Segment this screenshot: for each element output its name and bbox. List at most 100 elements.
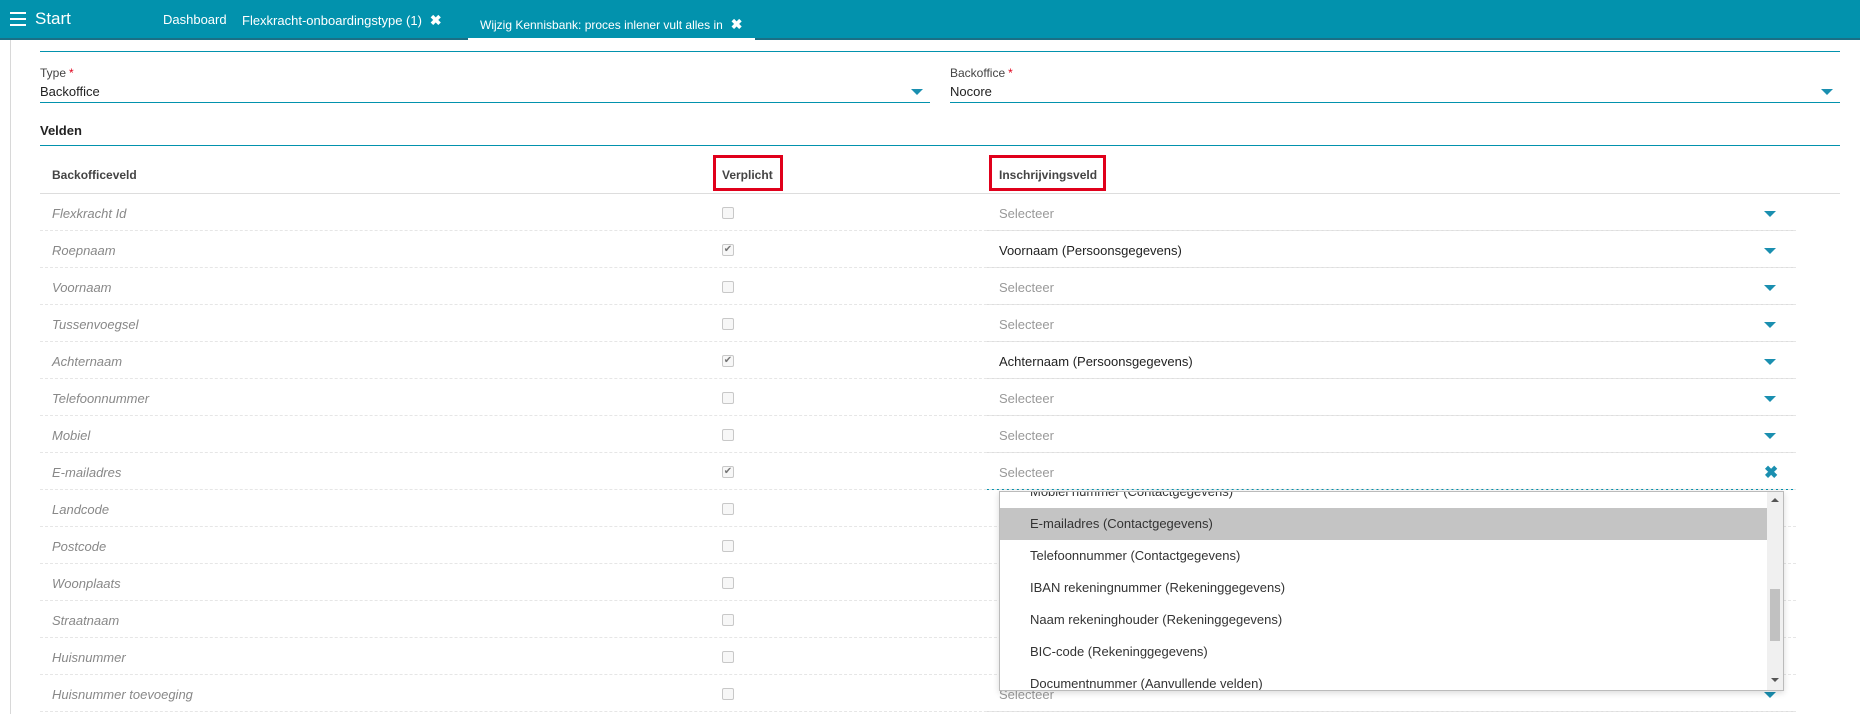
verplicht-checkbox[interactable]: ✔ xyxy=(722,466,734,478)
row-divider xyxy=(40,489,1796,490)
backofficeveld-label: Mobiel xyxy=(52,428,91,443)
inschrijvingsveld-select[interactable]: Voornaam (Persoonsgegevens) xyxy=(999,243,1182,258)
caret-down-icon[interactable] xyxy=(1764,359,1776,365)
dropdown-option[interactable]: E-mailadres (Contactgegevens) xyxy=(1000,508,1767,540)
backoffice-select-underline xyxy=(950,102,1840,103)
field-divider xyxy=(40,51,1840,52)
backofficeveld-label: Woonplaats xyxy=(52,576,121,591)
scroll-up-icon[interactable] xyxy=(1771,498,1779,502)
tab-dashboard[interactable]: Dashboard xyxy=(163,0,227,40)
row-divider xyxy=(40,378,1796,379)
inschrijvingsveld-select[interactable]: Selecteer xyxy=(999,391,1054,406)
tab-close-icon[interactable]: ✖ xyxy=(731,16,743,32)
caret-down-icon[interactable] xyxy=(911,89,923,95)
caret-down-icon[interactable] xyxy=(1764,322,1776,328)
dropdown-option[interactable]: Telefoonnummer (Contactgegevens) xyxy=(1000,540,1767,572)
clear-icon[interactable]: ✖ xyxy=(1764,463,1778,483)
inschrijvingsveld-select[interactable]: Achternaam (Persoonsgegevens) xyxy=(999,354,1193,369)
verplicht-checkbox[interactable]: ✔ xyxy=(722,244,734,256)
header-divider xyxy=(40,193,1840,194)
backofficeveld-label: Voornaam xyxy=(52,280,112,295)
row-divider xyxy=(40,230,1796,231)
backofficeveld-label: Huisnummer xyxy=(52,650,126,665)
row-divider xyxy=(40,341,1796,342)
caret-down-icon[interactable] xyxy=(1764,248,1776,254)
section-divider xyxy=(40,145,1840,146)
verplicht-checkbox[interactable]: ✔ xyxy=(722,355,734,367)
start-link[interactable]: Start xyxy=(35,9,71,29)
row-divider xyxy=(40,415,1796,416)
caret-down-icon[interactable] xyxy=(1764,285,1776,291)
verplicht-checkbox[interactable] xyxy=(722,651,734,663)
scrollbar-thumb[interactable] xyxy=(1770,589,1780,641)
row-divider xyxy=(40,711,1796,712)
tab-dashboard-label: Dashboard xyxy=(163,12,227,27)
backofficeveld-label: E-mailadres xyxy=(52,465,122,480)
backofficeveld-label: Straatnaam xyxy=(52,613,120,628)
verplicht-checkbox[interactable] xyxy=(722,688,734,700)
caret-down-icon[interactable] xyxy=(1764,692,1776,698)
dropdown-option[interactable]: BIC-code (Rekeninggegevens) xyxy=(1000,636,1767,668)
backofficeveld-label: Tussenvoegsel xyxy=(52,317,139,332)
column-header-backofficeveld: Backofficeveld xyxy=(52,168,137,182)
verplicht-checkbox[interactable] xyxy=(722,429,734,441)
backofficeveld-label: Roepnaam xyxy=(52,243,116,258)
verplicht-checkbox[interactable] xyxy=(722,503,734,515)
verplicht-checkbox[interactable] xyxy=(722,577,734,589)
tab-close-icon[interactable]: ✖ xyxy=(430,12,442,28)
row-divider xyxy=(40,452,1796,453)
dropdown-option[interactable]: Naam rekeninghouder (Rekeninggegevens) xyxy=(1000,604,1767,636)
left-border xyxy=(10,40,11,714)
type-select-underline xyxy=(40,102,930,103)
backofficeveld-label: Telefoonnummer xyxy=(52,391,150,406)
tab-label: Flexkracht-onboardingstype (1) xyxy=(242,13,422,28)
checkmark-icon: ✔ xyxy=(723,466,733,477)
row-divider xyxy=(40,267,1796,268)
verplicht-checkbox[interactable] xyxy=(722,392,734,404)
dropdown-scrollbar[interactable] xyxy=(1767,492,1783,690)
caret-down-icon[interactable] xyxy=(1764,396,1776,402)
caret-down-icon[interactable] xyxy=(1764,211,1776,217)
required-marker: * xyxy=(69,66,74,80)
type-label: Type xyxy=(40,66,67,80)
column-header-verplicht: Verplicht xyxy=(722,168,773,182)
backofficeveld-label: Huisnummer toevoeging xyxy=(52,687,193,702)
dropdown-option[interactable]: Documentnummer (Aanvullende velden) xyxy=(1000,668,1767,690)
verplicht-checkbox[interactable] xyxy=(722,540,734,552)
checkmark-icon: ✔ xyxy=(723,355,733,366)
inschrijvingsveld-select[interactable]: Selecteer xyxy=(999,428,1054,443)
backofficeveld-label: Landcode xyxy=(52,502,110,517)
inschrijvingsveld-dropdown-list[interactable]: Mobiel nummer (Contactgegevens) E-mailadr… xyxy=(999,491,1784,691)
type-select-value[interactable]: Backoffice xyxy=(40,84,100,99)
dropdown-option[interactable]: IBAN rekeningnummer (Rekeninggegevens) xyxy=(1000,572,1767,604)
tab-flexkracht-onboardingstype[interactable]: Flexkracht-onboardingstype (1) ✖ xyxy=(242,0,442,40)
required-marker: * xyxy=(1008,66,1013,80)
row-divider xyxy=(40,304,1796,305)
inschrijvingsveld-select[interactable]: Selecteer xyxy=(999,280,1054,295)
tab-label: Wijzig Kennisbank: proces inlener vult a… xyxy=(480,18,723,32)
inschrijvingsveld-select[interactable]: Selecteer xyxy=(999,317,1054,332)
top-navigation-bar: Start Dashboard Flexkracht-onboardingsty… xyxy=(0,0,1860,41)
backoffice-field-label: Backoffice * xyxy=(950,66,1013,80)
caret-down-icon[interactable] xyxy=(1821,89,1833,95)
verplicht-checkbox[interactable] xyxy=(722,318,734,330)
backoffice-select-value[interactable]: Nocore xyxy=(950,84,992,99)
verplicht-checkbox[interactable] xyxy=(722,207,734,219)
tab-wijzig-kennisbank[interactable]: Wijzig Kennisbank: proces inlener vult a… xyxy=(468,0,755,41)
inschrijvingsveld-select[interactable]: Selecteer xyxy=(999,465,1054,480)
backoffice-label: Backoffice xyxy=(950,66,1006,80)
backofficeveld-label: Flexkracht Id xyxy=(52,206,127,221)
inschrijvingsveld-select[interactable]: Selecteer xyxy=(999,206,1054,221)
verplicht-checkbox[interactable] xyxy=(722,281,734,293)
type-field-label: Type * xyxy=(40,66,74,80)
caret-down-icon[interactable] xyxy=(1764,433,1776,439)
dropdown-option[interactable]: Mobiel nummer (Contactgegevens) xyxy=(1000,492,1767,508)
verplicht-checkbox[interactable] xyxy=(722,614,734,626)
velden-section-title: Velden xyxy=(40,123,82,138)
column-header-inschrijvingsveld: Inschrijvingsveld xyxy=(999,168,1098,182)
backofficeveld-label: Postcode xyxy=(52,539,107,554)
backofficeveld-label: Achternaam xyxy=(52,354,123,369)
hamburger-menu-icon[interactable] xyxy=(10,12,26,26)
scroll-down-icon[interactable] xyxy=(1771,678,1779,682)
checkmark-icon: ✔ xyxy=(723,244,733,255)
